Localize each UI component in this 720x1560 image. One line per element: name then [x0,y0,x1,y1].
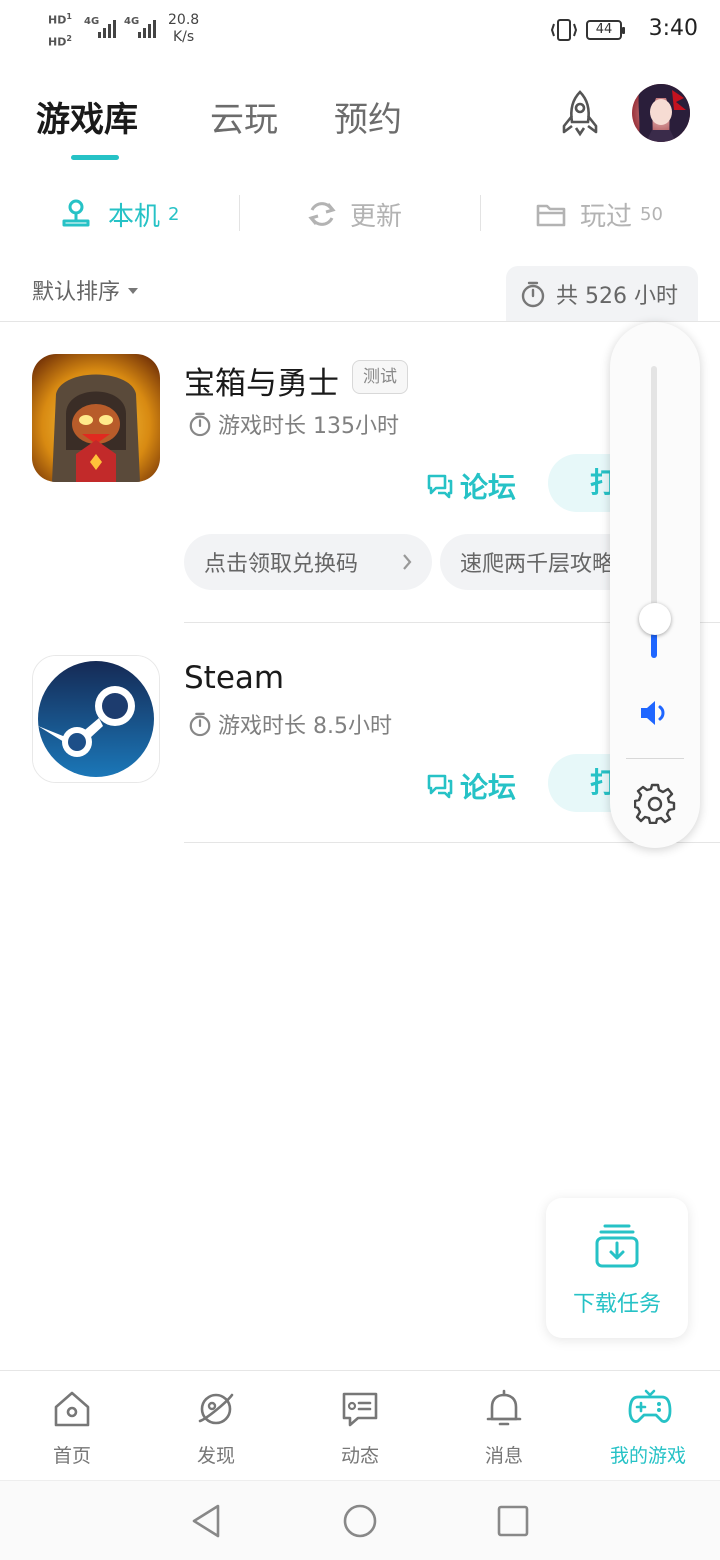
sort-dropdown[interactable]: 默认排序 [32,274,139,306]
filter-played-label: 玩过 [580,201,633,232]
volume-panel [610,322,700,848]
rocket-icon[interactable] [554,88,606,140]
chip-redeem-code[interactable]: 点击领取兑换码 [184,534,432,590]
playtime-text: 游戏时长 135小时 [218,414,399,439]
caret-down-icon [128,288,139,294]
nav-label: 动态 [340,1445,379,1467]
game-icon-treasure-warrior[interactable] [32,354,160,482]
speaker-icon[interactable] [639,698,671,728]
filter-played-count: 50 [640,203,663,225]
active-tab-indicator [71,155,119,160]
tab-game-library[interactable]: 游戏库 [36,92,138,141]
battery-indicator: 44 [586,20,625,40]
speed-value: 20.8 [168,12,200,28]
game-playtime: 游戏时长 135小时 [188,408,399,440]
download-tray-icon [595,1224,639,1268]
nav-label: 首页 [52,1445,91,1467]
stopwatch-icon [521,281,545,308]
avatar[interactable] [632,84,690,142]
sim2-hd-label: HD2 [48,34,72,49]
total-playtime-label: 共 526 小时 [556,284,678,309]
system-nav-bar [0,1480,720,1560]
chip-label: 速爬两千层攻略 [460,552,615,577]
tab-cloud-play[interactable]: 云玩 [210,92,278,141]
nav-discover[interactable]: 发现 [144,1371,288,1481]
chip-label: 点击领取兑换码 [204,552,359,577]
download-task-button[interactable]: 下载任务 [546,1198,688,1338]
home-circle-icon[interactable] [342,1503,378,1539]
recents-icon[interactable] [496,1504,530,1538]
test-tag: 测试 [352,360,408,394]
sim1-hd-label: HD1 [48,12,72,27]
divider [239,195,240,231]
vibrate-icon [550,19,578,41]
game-icon-steam[interactable] [32,655,160,783]
folder-icon [536,204,566,227]
home-icon [54,1391,90,1427]
clock: 3:40 [648,16,698,41]
filter-update[interactable]: 更新 [306,194,402,234]
volume-slider-handle[interactable] [639,603,671,636]
nav-my-games[interactable]: 我的游戏 [576,1371,720,1481]
volume-slider-fill [651,633,657,658]
nav-label: 我的游戏 [609,1445,686,1467]
signal-icon [138,20,156,38]
nav-home[interactable]: 首页 [0,1371,144,1481]
total-playtime: 共 526 小时 [506,266,698,322]
signal-icon [98,20,116,38]
forum-label: 论坛 [460,471,517,504]
game-name[interactable]: Steam [184,660,284,696]
network1-label: 4G [84,16,100,27]
forum-label: 论坛 [460,771,517,804]
back-icon[interactable] [190,1503,222,1539]
forum-button[interactable]: 论坛 [426,466,516,506]
download-task-label: 下载任务 [572,1292,661,1317]
filter-local[interactable]: 本机 2 [58,194,179,234]
chevron-right-icon [403,554,412,570]
status-bar: HD1 HD2 4G 4G 20.8 K/s 44 3:40 [0,0,720,60]
game-name[interactable]: 宝箱与勇士 [184,358,339,403]
divider [626,758,684,759]
location-pin-icon [62,199,90,227]
gear-icon[interactable] [634,782,676,824]
chat-bubble-icon [427,474,453,499]
divider [0,321,720,322]
nav-messages[interactable]: 消息 [432,1371,576,1481]
nav-label: 消息 [484,1445,523,1467]
bottom-nav: 首页 发现 动态 消息 我的游戏 [0,1370,720,1480]
stopwatch-icon [189,412,211,437]
planet-icon [198,1393,234,1425]
network2-label: 4G [124,16,140,27]
stopwatch-icon [189,712,211,737]
filter-update-label: 更新 [350,201,403,232]
tab-reserve[interactable]: 预约 [334,92,402,141]
chat-bubble-icon [427,774,453,799]
gamepad-icon [628,1389,672,1423]
bell-icon [486,1389,522,1426]
network-speed: 20.8 K/s [168,12,199,46]
message-card-icon [342,1392,378,1427]
nav-feed[interactable]: 动态 [288,1371,432,1481]
nav-label: 发现 [196,1445,235,1467]
filter-local-count: 2 [168,203,180,225]
filter-played[interactable]: 玩过 50 [536,194,663,234]
filter-local-label: 本机 [108,201,161,232]
forum-button[interactable]: 论坛 [426,766,516,806]
game-playtime: 游戏时长 8.5小时 [188,708,392,740]
sort-label: 默认排序 [32,280,121,305]
divider [480,195,481,231]
speed-unit: K/s [172,29,195,45]
playtime-text: 游戏时长 8.5小时 [218,714,392,739]
refresh-icon [308,202,336,226]
